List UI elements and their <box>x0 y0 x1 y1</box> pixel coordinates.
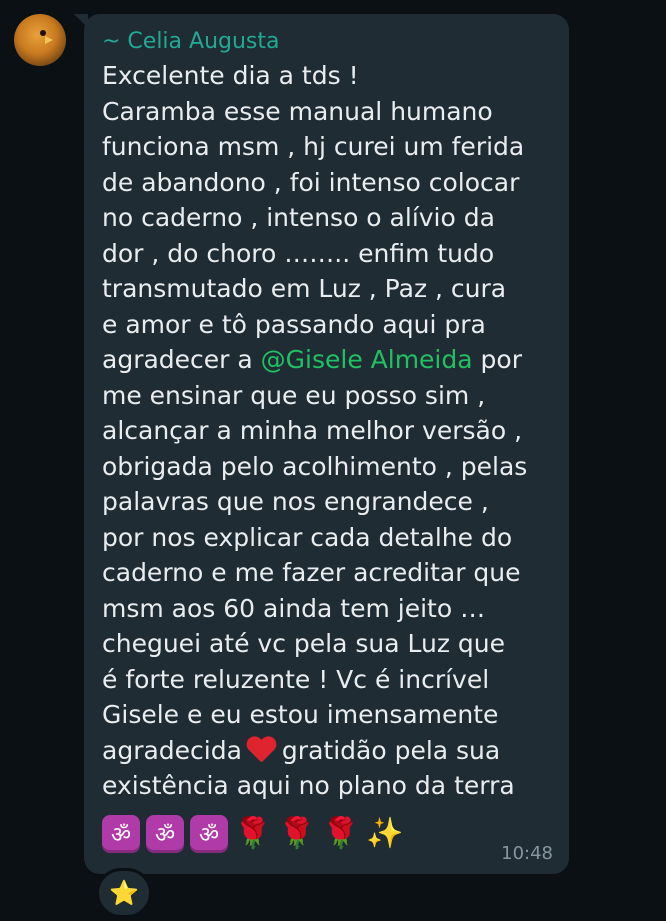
sparkles-icon: ✨ <box>366 816 404 851</box>
message-line: agradecer a @Gisele Almeida por <box>102 342 543 378</box>
message-fragment: gratidão pela sua <box>281 735 501 765</box>
message-line: caderno e me fazer acreditar que <box>102 558 521 587</box>
message-line: e amor e tô passando aqui pra <box>102 309 486 339</box>
message-line: obrigada pelo acolhimento , pelas <box>102 451 528 481</box>
star-icon: ⭐ <box>109 879 139 907</box>
message-line: msm aos 60 ainda tem jeito … <box>102 593 486 623</box>
sender-name[interactable]: ~ Celia Augusta <box>102 28 551 56</box>
avatar-detail <box>45 36 53 44</box>
reaction-badge[interactable]: ⭐ <box>96 868 152 918</box>
message-line: Caramba esse manual humano <box>102 96 493 126</box>
message-bubble[interactable]: ~ Celia Augusta Excelente dia a tds ! Ca… <box>74 14 569 874</box>
message-line: cheguei até vc pela sua Luz que <box>102 629 505 658</box>
message-line: dor , do choro …….. enfim tudo <box>102 238 495 268</box>
message-fragment: por <box>472 345 522 374</box>
message-line: me ensinar que eu posso sim , <box>102 380 486 410</box>
rose-icon: 🌹 <box>322 816 360 851</box>
message-timestamp: 10:48 <box>501 843 553 864</box>
avatar[interactable] <box>14 14 66 66</box>
message-line: existência aqui no plano da terra <box>102 771 515 800</box>
message-fragment: agradecida <box>102 735 242 765</box>
message-text: Excelente dia a tds ! Caramba esse manua… <box>102 58 551 804</box>
message-line: Gisele e eu estou imensamente <box>102 700 499 729</box>
rose-icon: 🌹 <box>278 816 316 851</box>
message-line: por nos explicar cada detalhe do <box>102 522 513 552</box>
message-line: alcançar a minha melhor versão , <box>102 416 523 445</box>
chat-view: ~ Celia Augusta Excelente dia a tds ! Ca… <box>0 0 666 921</box>
message-line: é forte reluzente ! Vc é incrível <box>102 664 490 694</box>
om-icon: ॐ <box>146 814 184 853</box>
message-line: no caderno , intenso o alívio da <box>102 203 495 232</box>
message-line: Excelente dia a tds ! <box>102 61 359 90</box>
emoji-row: ॐ ॐ ॐ 🌹 🌹 🌹 ✨ <box>102 812 551 856</box>
message-fragment: agradecer a <box>102 345 261 374</box>
message-line: agradecida gratidão pela sua <box>102 733 543 769</box>
om-icon: ॐ <box>102 814 140 853</box>
message-line: transmutado em Luz , Paz , cura <box>102 274 507 303</box>
message-line: funciona msm , hj curei um ferida <box>102 132 525 161</box>
message-line: palavras que nos engrandece , <box>102 487 489 516</box>
mention-link[interactable]: @Gisele Almeida <box>261 345 473 374</box>
om-icon: ॐ <box>190 814 228 853</box>
heart-icon <box>246 737 276 763</box>
message-line: de abandono , foi intenso colocar <box>102 167 520 197</box>
rose-icon: 🌹 <box>234 816 272 851</box>
